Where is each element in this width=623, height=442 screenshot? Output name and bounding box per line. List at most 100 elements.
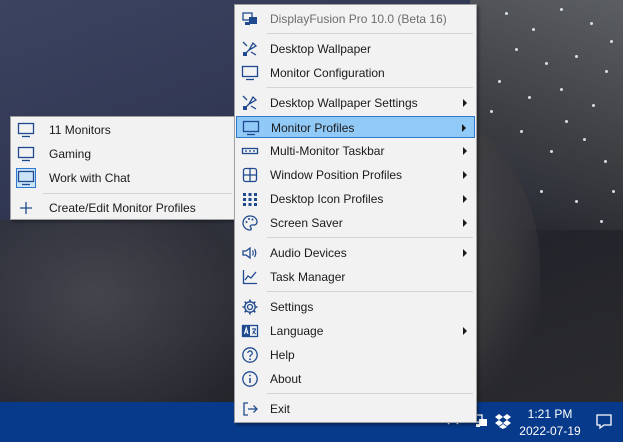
menu-item-settings[interactable]: Settings — [236, 296, 475, 318]
star — [610, 40, 613, 43]
star — [520, 130, 523, 133]
submenu-arrow-icon — [463, 171, 467, 179]
star — [575, 200, 578, 203]
gear-icon — [241, 298, 259, 316]
palette-icon — [241, 214, 259, 232]
menu-item-label: Monitor Profiles — [271, 121, 355, 135]
menu-item-label: Multi-Monitor Taskbar — [270, 144, 385, 158]
monitor-icon — [241, 64, 259, 82]
menu-item-exit[interactable]: Exit — [236, 398, 475, 420]
star — [604, 160, 607, 163]
star — [592, 104, 595, 107]
submenu-separator — [43, 193, 232, 194]
star — [532, 28, 535, 31]
rock-formation-left — [0, 220, 240, 402]
menu-item-multi-monitor-taskbar[interactable]: Multi-Monitor Taskbar — [236, 140, 475, 162]
notification-icon[interactable] — [595, 412, 613, 430]
submenu-item-11-monitors[interactable]: 11 Monitors — [12, 119, 234, 141]
menu-item-label: Window Position Profiles — [270, 168, 403, 182]
star — [600, 220, 603, 223]
star — [490, 110, 493, 113]
star — [612, 190, 615, 193]
submenu-item-label: Create/Edit Monitor Profiles — [49, 201, 196, 215]
submenu-arrow-icon — [463, 147, 467, 155]
exit-icon — [241, 400, 259, 418]
dropbox-icon[interactable] — [494, 412, 512, 430]
star — [515, 48, 518, 51]
displayfusion-context-menu: DisplayFusion Pro 10.0 (Beta 16) Desktop… — [234, 4, 477, 423]
star — [590, 22, 593, 25]
wallpaper-icon — [241, 40, 259, 58]
menu-item-window-position-profiles[interactable]: Window Position Profiles — [236, 164, 475, 186]
info-icon — [241, 370, 259, 388]
star — [540, 190, 543, 193]
menu-item-language[interactable]: Language — [236, 320, 475, 342]
star — [505, 12, 508, 15]
clock-time[interactable]: 1:21 PM — [520, 407, 580, 421]
language-icon — [241, 322, 259, 340]
menu-item-help[interactable]: Help — [236, 344, 475, 366]
submenu-item-label: Work with Chat — [49, 171, 131, 185]
taskbar-icon — [241, 142, 259, 160]
menu-item-label: Exit — [270, 402, 291, 416]
menu-item-task-manager[interactable]: Task Manager — [236, 266, 475, 288]
star — [528, 96, 531, 99]
submenu-arrow-icon — [463, 219, 467, 227]
window-grid-icon — [241, 166, 259, 184]
menu-separator — [267, 393, 473, 394]
menu-item-label: Desktop Wallpaper — [270, 42, 371, 56]
menu-item-audio-devices[interactable]: Audio Devices — [236, 242, 475, 264]
star — [583, 138, 586, 141]
star — [605, 70, 608, 73]
menu-item-label: Language — [270, 324, 324, 338]
menu-item-desktop-wallpaper-settings[interactable]: Desktop Wallpaper Settings — [236, 92, 475, 114]
menu-item-about[interactable]: About — [236, 368, 475, 390]
menu-header-label: DisplayFusion Pro 10.0 (Beta 16) — [270, 12, 447, 26]
menu-item-label: Audio Devices — [270, 246, 347, 260]
icon-grid-icon — [241, 190, 259, 208]
monitor-icon — [16, 168, 36, 188]
menu-item-screen-saver[interactable]: Screen Saver — [236, 212, 475, 234]
submenu-arrow-icon — [462, 124, 466, 132]
help-icon — [241, 346, 259, 364]
submenu-item-gaming[interactable]: Gaming — [12, 143, 234, 165]
submenu-arrow-icon — [463, 249, 467, 257]
displayfusion-logo-icon — [241, 10, 259, 28]
submenu-item-create-edit-profiles[interactable]: Create/Edit Monitor Profiles — [12, 197, 234, 219]
chart-line-icon — [241, 268, 259, 286]
menu-separator — [267, 33, 473, 34]
menu-item-label: Task Manager — [270, 270, 346, 284]
clock-date[interactable]: 2022-07-19 — [515, 424, 585, 438]
menu-item-label: Desktop Wallpaper Settings — [270, 96, 418, 110]
star — [498, 80, 501, 83]
menu-item-monitor-profiles[interactable]: Monitor Profiles — [236, 116, 475, 138]
menu-item-monitor-configuration[interactable]: Monitor Configuration — [236, 62, 475, 84]
menu-item-label: About — [270, 372, 302, 386]
menu-separator — [267, 237, 473, 238]
menu-item-desktop-wallpaper[interactable]: Desktop Wallpaper — [236, 38, 475, 60]
menu-item-label: Settings — [270, 300, 314, 314]
submenu-arrow-icon — [463, 327, 467, 335]
star — [560, 88, 563, 91]
submenu-arrow-icon — [463, 195, 467, 203]
menu-separator — [267, 291, 473, 292]
star — [560, 8, 563, 11]
submenu-item-label: Gaming — [49, 147, 92, 161]
submenu-item-label: 11 Monitors — [49, 123, 111, 137]
monitor-icon — [242, 119, 260, 137]
monitor-icon — [17, 121, 35, 139]
menu-item-label: Screen Saver — [270, 216, 343, 230]
menu-header: DisplayFusion Pro 10.0 (Beta 16) — [236, 8, 475, 30]
star — [545, 62, 548, 65]
menu-item-label: Monitor Configuration — [270, 66, 385, 80]
monitor-profiles-submenu: 11 Monitors Gaming Work with Chat Create… — [10, 116, 236, 220]
submenu-item-work-with-chat[interactable]: Work with Chat — [12, 167, 234, 189]
speaker-icon — [241, 244, 259, 262]
menu-item-desktop-icon-profiles[interactable]: Desktop Icon Profiles — [236, 188, 475, 210]
menu-item-label: Help — [270, 348, 295, 362]
star — [550, 150, 553, 153]
monitor-icon — [17, 145, 35, 163]
star — [565, 120, 568, 123]
submenu-arrow-icon — [463, 99, 467, 107]
star — [575, 55, 578, 58]
